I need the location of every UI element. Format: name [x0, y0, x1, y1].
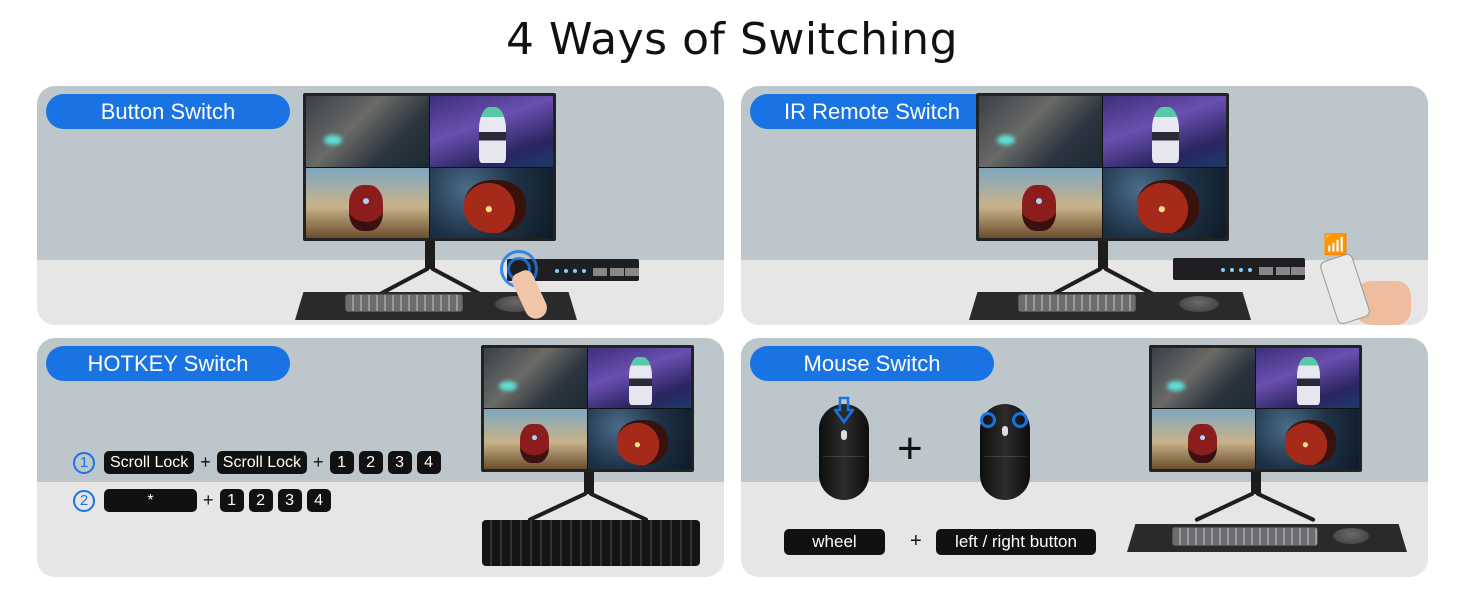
key-4: 4 — [416, 451, 441, 474]
right-button-ring-icon — [1012, 412, 1028, 428]
panel-mouse-switch: Mouse Switch + wheel + left / right butt… — [741, 338, 1428, 577]
panel-ir-remote-switch: IR Remote Switch 📶 — [741, 86, 1428, 325]
plus-sign-small: + — [910, 530, 922, 552]
panel-button-switch: Button Switch — [37, 86, 724, 325]
key-3: 3 — [387, 451, 412, 474]
plus-sign: + — [897, 424, 923, 473]
kvm-switch-box — [1173, 258, 1305, 280]
key-1: 1 — [219, 489, 244, 512]
ir-remote-switch-label: IR Remote Switch — [750, 94, 994, 129]
hotkey-switch-label: HOTKEY Switch — [46, 346, 290, 381]
key-scroll-lock: Scroll Lock — [216, 451, 308, 474]
page-title: 4 Ways of Switching — [506, 14, 958, 65]
hotkey-method-1: 1 Scroll Lock + Scroll Lock + 1 2 3 4 — [73, 451, 441, 474]
key-4: 4 — [306, 489, 331, 512]
key-2: 2 — [248, 489, 273, 512]
button-switch-label: Button Switch — [46, 94, 290, 129]
left-button-ring-icon — [980, 412, 996, 428]
monitor — [1149, 345, 1362, 472]
arrow-down-icon — [834, 396, 854, 425]
mouse — [1179, 296, 1219, 312]
monitor — [481, 345, 694, 472]
key-1: 1 — [329, 451, 354, 474]
keyboard — [345, 294, 463, 312]
monitor — [976, 93, 1229, 241]
key-2: 2 — [358, 451, 383, 474]
key-3: 3 — [277, 489, 302, 512]
step-number-1: 1 — [73, 451, 95, 474]
keyboard — [1172, 527, 1318, 546]
hotkey-method-2: 2 * + 1 2 3 4 — [73, 489, 331, 512]
key-scroll-lock: Scroll Lock — [104, 451, 195, 474]
monitor — [303, 93, 556, 241]
mouse-switch-label: Mouse Switch — [750, 346, 994, 381]
panel-hotkey-switch: HOTKEY Switch 1 Scroll Lock + Scroll Loc… — [37, 338, 724, 577]
step-number-2: 2 — [73, 489, 95, 512]
left-right-button-label: left / right button — [936, 529, 1096, 555]
keyboard — [482, 520, 700, 566]
wireless-signal-icon: 📶 — [1323, 234, 1348, 256]
wheel-label: wheel — [784, 529, 885, 555]
key-asterisk: * — [104, 489, 197, 512]
mouse — [1333, 528, 1369, 544]
keyboard — [1018, 294, 1136, 312]
